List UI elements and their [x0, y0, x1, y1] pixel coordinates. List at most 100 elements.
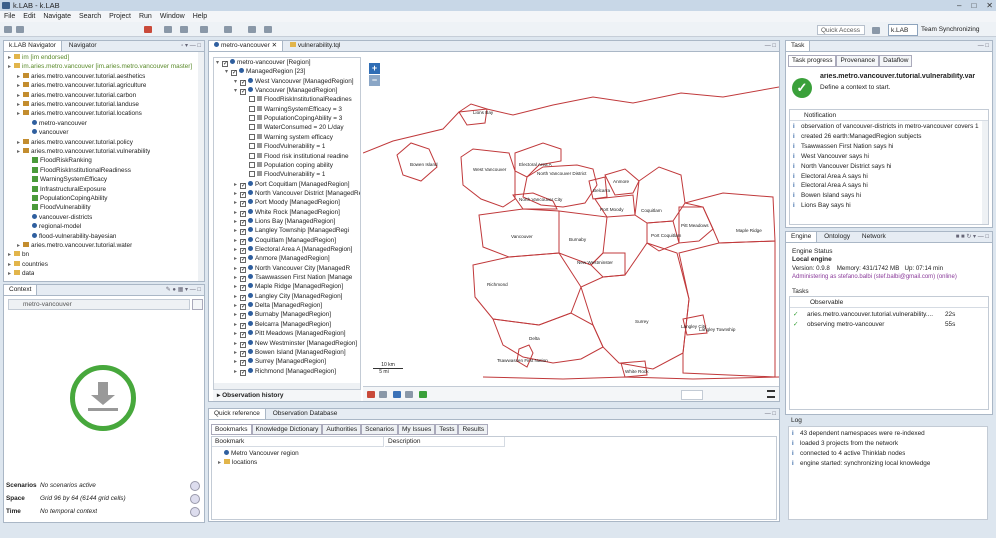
context-clear-button[interactable]: [192, 299, 203, 310]
visibility-checkbox[interactable]: ✓: [240, 182, 246, 189]
navigator-item[interactable]: ▸ aries.metro.vancouver.tutorial.carbon: [17, 91, 136, 100]
visibility-checkbox[interactable]: [249, 133, 255, 140]
navigator-item[interactable]: FloodVulnerability: [26, 204, 91, 212]
visibility-checkbox[interactable]: ✓: [240, 257, 246, 264]
region-tree-item[interactable]: FloodVulnerability = 1: [243, 143, 325, 151]
region-tree-item[interactable]: ▸ ✓ Langley City [ManagedRegion]: [234, 292, 342, 301]
navigator-item[interactable]: flood-vulnerability-bayesian: [26, 232, 116, 241]
minimize-button[interactable]: –: [957, 0, 961, 11]
forward-icon[interactable]: [264, 26, 272, 33]
map-view[interactable]: Lions Bay Bowen Island West Vancouver Elect…: [363, 57, 779, 386]
region-tree-item[interactable]: ▸ ✓ Richmond [ManagedRegion]: [234, 367, 336, 376]
visibility-checkbox[interactable]: ✓: [240, 304, 246, 311]
navigator-item[interactable]: FloodRiskInstitutionalReadiness: [26, 166, 131, 175]
navigator-item[interactable]: ▸ aries.metro.vancouver.tutorial.location…: [17, 110, 142, 118]
quickref-subtab[interactable]: Scenarios: [361, 424, 399, 435]
visibility-checkbox[interactable]: ✓: [240, 219, 246, 226]
menu-search[interactable]: Search: [79, 11, 101, 22]
navigator-item[interactable]: ▸ aries.metro.vancouver.tutorial.vulnerab…: [17, 148, 150, 156]
navigator-item[interactable]: PopulationCopingAbility: [26, 195, 108, 203]
tab-provenance[interactable]: Provenance: [836, 55, 880, 67]
tab-klab-navigator[interactable]: k.LAB Navigator: [4, 41, 62, 51]
export-icon[interactable]: [419, 391, 427, 398]
visibility-checkbox[interactable]: ✓: [240, 191, 246, 198]
tab-vulnerability-tql[interactable]: vulnerability.tql: [285, 41, 346, 51]
notification-item[interactable]: i Electoral Area A says hi: [793, 173, 981, 181]
tab-ontology[interactable]: Ontology: [819, 232, 855, 242]
menu-edit[interactable]: Edit: [23, 11, 35, 22]
navigator-item[interactable]: metro-vancouver: [26, 119, 87, 128]
navigator-scrollbar[interactable]: [198, 52, 204, 281]
visibility-checkbox[interactable]: ✓: [240, 322, 246, 329]
menu-run[interactable]: Run: [139, 11, 152, 22]
tab-observation-database[interactable]: Observation Database: [268, 409, 343, 419]
navigator-item[interactable]: WarningSystemEfficacy: [26, 176, 107, 184]
run-icon[interactable]: [144, 26, 152, 33]
region-tree-item[interactable]: FloodRiskInstitutionalReadines: [243, 96, 352, 104]
notification-item[interactable]: i West Vancouver says hi: [793, 153, 981, 161]
menu-help[interactable]: Help: [193, 11, 207, 22]
navigate-icon[interactable]: [224, 26, 232, 33]
context-controls[interactable]: ✎ ● ▦ ▾ — □: [166, 285, 201, 295]
visibility-checkbox[interactable]: [249, 96, 255, 103]
navigator-item[interactable]: vancouver-districts: [26, 213, 92, 222]
region-tree-item[interactable]: ▸ ✓ New Westminster [ManagedRegion]: [234, 339, 357, 348]
navigator-item[interactable]: ▸ aries.metro.vancouver.tutorial.policy: [17, 138, 133, 147]
visibility-checkbox[interactable]: [249, 171, 255, 178]
visibility-checkbox[interactable]: [249, 115, 255, 122]
context-row-button[interactable]: [190, 481, 200, 491]
region-tree-item[interactable]: Population coping ability: [243, 161, 333, 170]
visibility-checkbox[interactable]: ✓: [240, 341, 246, 348]
notification-item[interactable]: i North Vancouver District says hi: [793, 163, 981, 171]
drop-target-icon[interactable]: [70, 365, 136, 431]
region-tree-item[interactable]: ▸ ✓ White Rock [ManagedRegion]: [234, 208, 340, 217]
tab-network[interactable]: Network: [857, 232, 891, 242]
visibility-checkbox[interactable]: ✓: [240, 89, 246, 96]
notification-item[interactable]: i observation of vancouver-districts in m…: [793, 123, 981, 131]
tab-engine[interactable]: Engine: [786, 232, 818, 242]
region-tree-item[interactable]: Warning system efficacy: [243, 133, 333, 142]
notification-item[interactable]: i Bowen Island says hi: [793, 192, 981, 200]
region-tree-item[interactable]: ▸ ✓ Electoral Area A [ManagedRegion]: [234, 246, 352, 254]
region-tree-item[interactable]: PopulationCopingAbility = 3: [243, 115, 342, 123]
navigator-item[interactable]: ▸ countries: [8, 260, 48, 269]
log-item[interactable]: i connected to 4 active Thinklab nodes: [792, 450, 905, 458]
quickref-subtab[interactable]: Authorities: [322, 424, 362, 435]
visibility-checkbox[interactable]: [249, 105, 255, 112]
engine-admin[interactable]: Administering as stefano.balbi (stef.bal…: [792, 274, 957, 280]
engine-controls[interactable]: ■ ■ ↻ ▾ — □: [956, 232, 989, 242]
quickref-controls[interactable]: — □: [765, 409, 776, 419]
quickref-subtab[interactable]: Results: [458, 424, 489, 435]
region-tree-item[interactable]: ▾ ✓ metro-vancouver [Region]: [216, 59, 311, 67]
select-icon[interactable]: [405, 391, 413, 398]
region-tree-item[interactable]: ▾ ✓ Vancouver [ManagedRegion]: [234, 87, 337, 96]
navigator-item[interactable]: ▸ data: [8, 270, 34, 278]
quickref-subtab[interactable]: Knowledge Dictionary: [251, 424, 323, 435]
task-item[interactable]: ✓ aries.metro.vancouver.tutorial.vulnerab…: [793, 311, 987, 319]
region-tree-item[interactable]: Flood risk institutional readine: [243, 152, 349, 161]
region-tree-item[interactable]: ▸ ✓ Bowen Island [ManagedRegion]: [234, 348, 346, 357]
bookmark-row[interactable]: ▸ locations: [218, 459, 257, 467]
visibility-checkbox[interactable]: ✓: [231, 70, 237, 77]
tab-metro-vancouver[interactable]: metro-vancouver ✕: [209, 41, 284, 51]
region-tree-item[interactable]: ▸ ✓ Burnaby [ManagedRegion]: [234, 311, 331, 320]
task-controls[interactable]: — □: [978, 41, 989, 51]
region-tree-item[interactable]: ▸ ✓ Belcarra [ManagedRegion]: [234, 320, 331, 329]
notification-item[interactable]: i Tsawwassen First Nation says hi: [793, 143, 981, 151]
log-item[interactable]: i 43 dependent namespaces were re-indexed: [792, 430, 925, 438]
navigator-item[interactable]: ▸ aries.metro.vancouver.tutorial.landuse: [17, 101, 139, 109]
region-tree-item[interactable]: ▾ ✓ West Vancouver [ManagedRegion]: [234, 77, 354, 86]
menu-icon[interactable]: [767, 390, 775, 398]
notification-header[interactable]: Notification: [790, 110, 988, 121]
menu-file[interactable]: File: [4, 11, 15, 22]
notification-item[interactable]: i created 26 earth:ManagedRegion subjects: [793, 133, 981, 141]
visibility-checkbox[interactable]: ✓: [222, 61, 228, 67]
navigator-item[interactable]: ▸ aries.metro.vancouver.tutorial.water: [17, 242, 132, 250]
quickref-subtab[interactable]: My Issues: [398, 424, 436, 435]
region-tree-item[interactable]: WarningSystemEfficacy = 3: [243, 105, 342, 114]
quickref-subtab[interactable]: Bookmarks: [211, 424, 252, 435]
visibility-checkbox[interactable]: ✓: [240, 294, 246, 301]
visibility-checkbox[interactable]: [249, 124, 255, 131]
visibility-checkbox[interactable]: ✓: [240, 248, 246, 254]
tab-navigator[interactable]: Navigator: [64, 41, 102, 51]
